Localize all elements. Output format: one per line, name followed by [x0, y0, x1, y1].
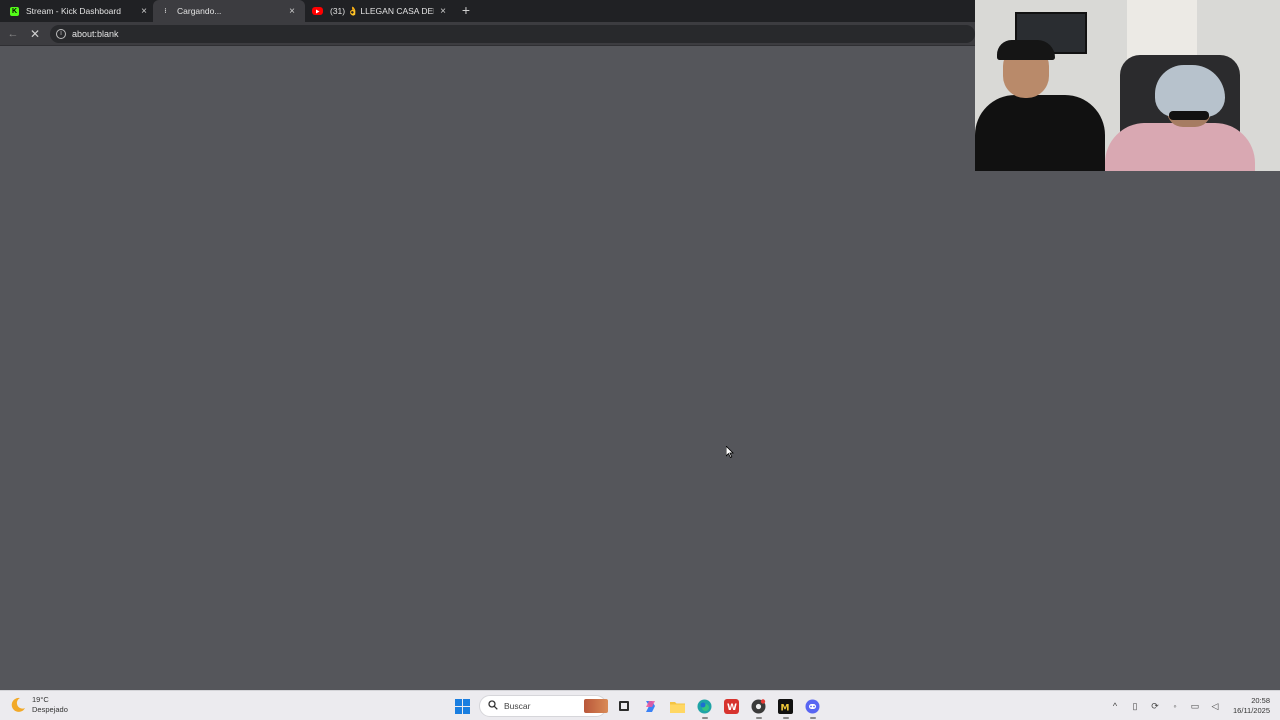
back-arrow-icon[interactable]: ←: [6, 27, 20, 41]
file-explorer-icon[interactable]: [668, 696, 688, 716]
tab-title: Stream - Kick Dashboard: [26, 6, 121, 16]
plus-icon[interactable]: +: [459, 2, 473, 18]
tab-title: Cargando...: [177, 6, 222, 16]
tray-app-icon[interactable]: ▯: [1129, 700, 1141, 712]
clock-date: 16/11/2025: [1233, 706, 1270, 715]
active-indicator: [809, 717, 816, 719]
tab-youtube[interactable]: (31) 👌 LLEGAN CASA DEL FARAÓN ×: [304, 0, 456, 22]
weather-temp: 19°C: [32, 695, 49, 704]
webcam-person-right: [1105, 65, 1255, 171]
wps-icon[interactable]: W: [722, 696, 742, 716]
network-icon[interactable]: ▭: [1189, 700, 1201, 712]
webcam-person-left: [975, 40, 1105, 171]
kick-icon: K: [10, 6, 19, 16]
svg-text:W: W: [727, 703, 737, 713]
tab-loading[interactable]: ⁝ Cargando... ×: [153, 0, 305, 22]
info-icon[interactable]: i: [56, 29, 66, 39]
close-tab-icon[interactable]: ×: [438, 6, 448, 17]
system-tray: ^ ▯ ⟳ ◦ ▭ ◁ 20:58 16/11/2025: [1105, 691, 1280, 720]
svg-text:M: M: [781, 703, 790, 713]
clock-time: 20:58: [1251, 696, 1270, 705]
windows-start-icon[interactable]: [453, 696, 473, 716]
chrome-icon[interactable]: [749, 696, 769, 719]
taskbar: 19°C Despejado Buscar W M ^ ▯ ⟳ ◦ ▭ ◁ 20…: [0, 690, 1280, 720]
taskbar-apps: Buscar W M: [449, 695, 826, 719]
kick-app-icon[interactable]: M: [776, 696, 796, 719]
discord-icon[interactable]: [803, 696, 823, 719]
active-indicator: [755, 717, 762, 719]
close-tab-icon[interactable]: ×: [139, 6, 149, 17]
volume-icon[interactable]: ◁: [1209, 700, 1221, 712]
task-view-icon[interactable]: [614, 696, 634, 716]
microphone-icon[interactable]: ◦: [1169, 700, 1181, 712]
sync-icon[interactable]: ⟳: [1149, 700, 1161, 712]
url-text: about:blank: [72, 29, 119, 39]
search-highlight-image: [584, 699, 608, 713]
taskbar-search[interactable]: Buscar: [479, 695, 608, 717]
weather-widget[interactable]: 19°C Despejado: [10, 695, 68, 715]
webcam-overlay: [975, 0, 1280, 171]
address-bar[interactable]: i about:blank: [50, 25, 975, 43]
search-placeholder: Buscar: [504, 701, 531, 711]
copilot-icon[interactable]: [641, 696, 661, 716]
active-indicator: [701, 717, 708, 719]
youtube-icon: [312, 7, 323, 15]
tab-title: (31) 👌 LLEGAN CASA DEL FARAÓN: [330, 5, 434, 16]
loading-icon: ⁝: [164, 8, 167, 15]
active-indicator: [782, 717, 789, 719]
search-icon: [488, 697, 498, 715]
weather-condition: Despejado: [32, 705, 68, 714]
tab-kick-dashboard[interactable]: K Stream - Kick Dashboard ×: [2, 0, 157, 22]
close-tab-icon[interactable]: ×: [287, 6, 297, 17]
edge-icon[interactable]: [695, 696, 715, 719]
moon-icon: [10, 697, 26, 713]
chevron-up-icon[interactable]: ^: [1109, 700, 1121, 712]
stop-loading-icon[interactable]: ✕: [28, 27, 42, 41]
clock[interactable]: 20:58 16/11/2025: [1233, 696, 1270, 716]
